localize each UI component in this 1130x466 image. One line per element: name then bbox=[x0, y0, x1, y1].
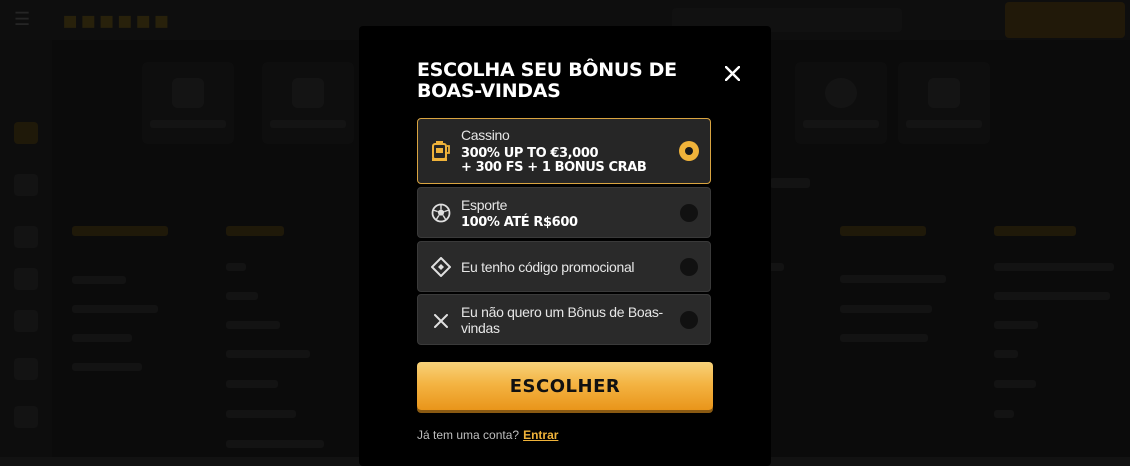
option-text: Eu não quero um Bônus de Boas-vindas bbox=[461, 304, 663, 336]
bonus-option-promo-code[interactable]: Eu tenho código promocional bbox=[417, 241, 711, 292]
option-label: Esporte bbox=[461, 197, 508, 213]
login-link[interactable]: Entrar bbox=[523, 428, 558, 442]
option-label: Cassino bbox=[461, 127, 510, 143]
option-value-line1: 300% UP TO €3,000 bbox=[461, 146, 599, 161]
radio-unselected[interactable] bbox=[680, 311, 698, 329]
option-text: Eu tenho código promocional bbox=[461, 259, 635, 275]
close-icon bbox=[430, 310, 452, 332]
welcome-bonus-modal: ESCOLHA SEU BÔNUS DE BOAS-VINDAS Cassino… bbox=[359, 26, 771, 466]
promo-tag-icon bbox=[430, 256, 452, 278]
login-prompt: Já tem uma conta? Entrar bbox=[417, 428, 558, 442]
radio-selected[interactable] bbox=[679, 141, 699, 161]
bonus-option-sports[interactable]: Esporte 100% ATÉ R$600 bbox=[417, 187, 711, 238]
login-question: Já tem uma conta? bbox=[417, 428, 520, 442]
bonus-option-no-bonus[interactable]: Eu não quero um Bônus de Boas-vindas bbox=[417, 294, 711, 345]
radio-unselected[interactable] bbox=[680, 204, 698, 222]
radio-unselected[interactable] bbox=[680, 258, 698, 276]
modal-title: ESCOLHA SEU BÔNUS DE BOAS-VINDAS bbox=[417, 59, 677, 102]
choose-button[interactable]: ESCOLHER bbox=[417, 362, 713, 410]
bonus-option-casino[interactable]: Cassino 300% UP TO €3,000 + 300 FS + 1 B… bbox=[417, 118, 711, 184]
close-icon bbox=[724, 65, 740, 81]
slot-machine-icon bbox=[430, 140, 452, 162]
soccer-ball-icon bbox=[430, 202, 452, 224]
close-button[interactable] bbox=[721, 62, 743, 84]
option-value-line2: + 300 FS + 1 BONUS CRAB bbox=[461, 160, 647, 175]
option-value-line1: 100% ATÉ R$600 bbox=[461, 215, 578, 230]
